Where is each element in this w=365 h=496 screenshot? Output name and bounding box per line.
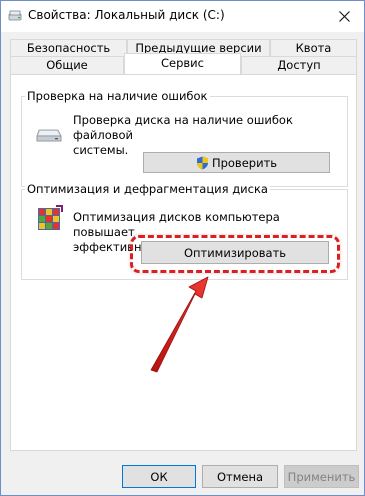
- cancel-button[interactable]: Отмена: [202, 465, 278, 488]
- window-title: Свойства: Локальный диск (C:): [28, 8, 225, 22]
- apply-button-label: Применить: [287, 469, 356, 484]
- tab-service[interactable]: Сервис: [124, 53, 241, 74]
- tab-label: Сервис: [161, 56, 204, 70]
- drive-title-icon: [8, 10, 22, 21]
- title-bar: Свойства: Локальный диск (C:): [1, 1, 364, 32]
- tab-label: Квота: [295, 41, 332, 55]
- check-button[interactable]: Проверить: [143, 152, 330, 173]
- tab-quota[interactable]: Квота: [270, 39, 357, 56]
- close-button[interactable]: [330, 4, 358, 28]
- drive-icon: [36, 129, 62, 142]
- check-button-label: Проверить: [211, 155, 278, 170]
- desc-line: Проверка диска на наличие ошибок файлово…: [73, 113, 293, 142]
- uac-shield-icon: [196, 156, 208, 169]
- ok-button[interactable]: ОК: [122, 465, 196, 488]
- tab-label: Доступ: [277, 58, 321, 72]
- group-title: Оптимизация и дефрагментация диска: [25, 182, 270, 196]
- tab-general[interactable]: Общие: [10, 56, 124, 74]
- group-title: Проверка на наличие ошибок: [25, 89, 210, 103]
- close-icon: [338, 10, 350, 22]
- tab-sharing[interactable]: Доступ: [241, 56, 357, 74]
- annotation-highlight-box: [130, 235, 340, 273]
- tab-label: Общие: [46, 58, 88, 72]
- cancel-button-label: Отмена: [216, 469, 264, 484]
- tab-security[interactable]: Безопасность: [10, 39, 127, 56]
- defrag-icon: [38, 205, 63, 230]
- ok-button-label: ОК: [150, 469, 168, 484]
- properties-dialog: Свойства: Локальный диск (C:) Безопаснос…: [0, 0, 365, 496]
- apply-button[interactable]: Применить: [284, 465, 359, 488]
- error-check-group: Проверка на наличие ошибок Проверка диск…: [21, 89, 348, 187]
- tab-label: Безопасность: [26, 41, 111, 55]
